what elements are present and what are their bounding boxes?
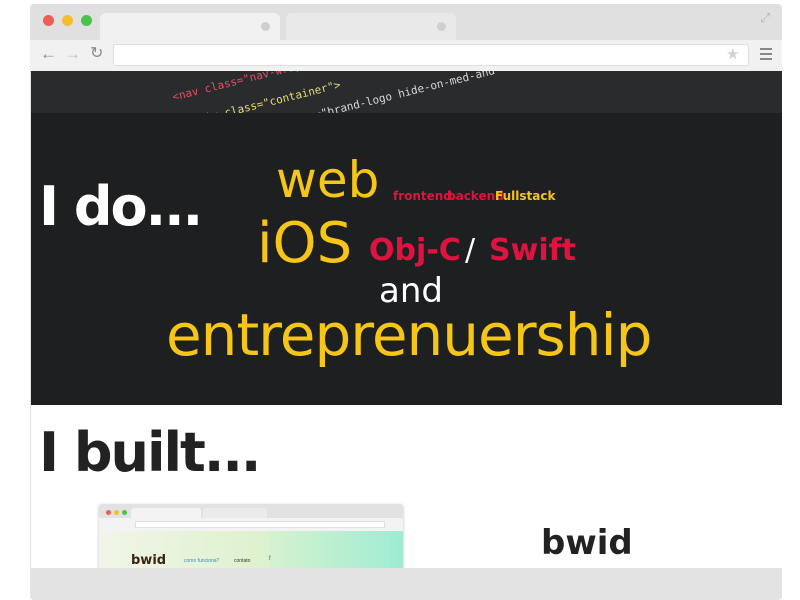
skill-swift: Swift: [489, 233, 576, 268]
thumb-nav-item: contato: [234, 558, 251, 564]
thumb-maximize-dot: [122, 510, 127, 515]
expand-icon[interactable]: ⤢: [760, 11, 774, 25]
maximize-window-button[interactable]: [81, 15, 92, 26]
skill-objc: Obj-C: [369, 233, 461, 268]
close-window-button[interactable]: [43, 15, 54, 26]
tab-close-icon[interactable]: [261, 22, 270, 31]
menu-icon[interactable]: [760, 48, 772, 60]
thumb-social-icons: f: [269, 556, 274, 562]
project-name: bwid: [541, 523, 633, 563]
minimize-window-button[interactable]: [62, 15, 73, 26]
thumb-address-bar: [135, 521, 385, 528]
skills-hero: I do... web frontend backend Fullstack i…: [31, 113, 782, 405]
forward-arrow-icon[interactable]: →: [64, 44, 81, 64]
hero-title: I do...: [39, 175, 203, 238]
skill-entrepreneurship: entreprenuership: [166, 301, 652, 369]
tab-close-icon[interactable]: [437, 22, 446, 31]
tab-active[interactable]: [100, 13, 280, 41]
browser-window: ⤢ ← → ↻ ★ <nav class="nav-wrapper <div c…: [0, 0, 800, 600]
thumb-logo: bwid: [131, 553, 167, 568]
back-arrow-icon[interactable]: ←: [40, 44, 57, 64]
thumb-tab: [131, 508, 201, 518]
address-bar[interactable]: [113, 44, 749, 66]
page-viewport[interactable]: <nav class="nav-wrapper <div class="cont…: [31, 71, 782, 568]
skill-separator: /: [465, 233, 476, 268]
skill-ios: iOS: [257, 211, 353, 276]
thumb-tab: [203, 508, 267, 518]
star-icon[interactable]: ★: [726, 45, 739, 63]
skill-web: web: [276, 151, 380, 209]
thumb-close-dot: [106, 510, 111, 515]
thumb-page: bwid como funciona? contato f: [99, 531, 403, 568]
tab-inactive[interactable]: [286, 13, 456, 41]
code-banner: <nav class="nav-wrapper <div class="cont…: [31, 71, 782, 113]
built-title: I built...: [39, 421, 261, 484]
skill-fullstack: Fullstack: [495, 189, 556, 203]
thumb-nav-item: como funciona?: [184, 558, 220, 564]
skill-frontend: frontend: [393, 189, 452, 203]
thumb-minimize-dot: [114, 510, 119, 515]
reload-icon[interactable]: ↻: [90, 44, 103, 64]
project-thumbnail[interactable]: bwid como funciona? contato f: [99, 504, 403, 568]
browser-frame-bottom: [30, 568, 782, 598]
